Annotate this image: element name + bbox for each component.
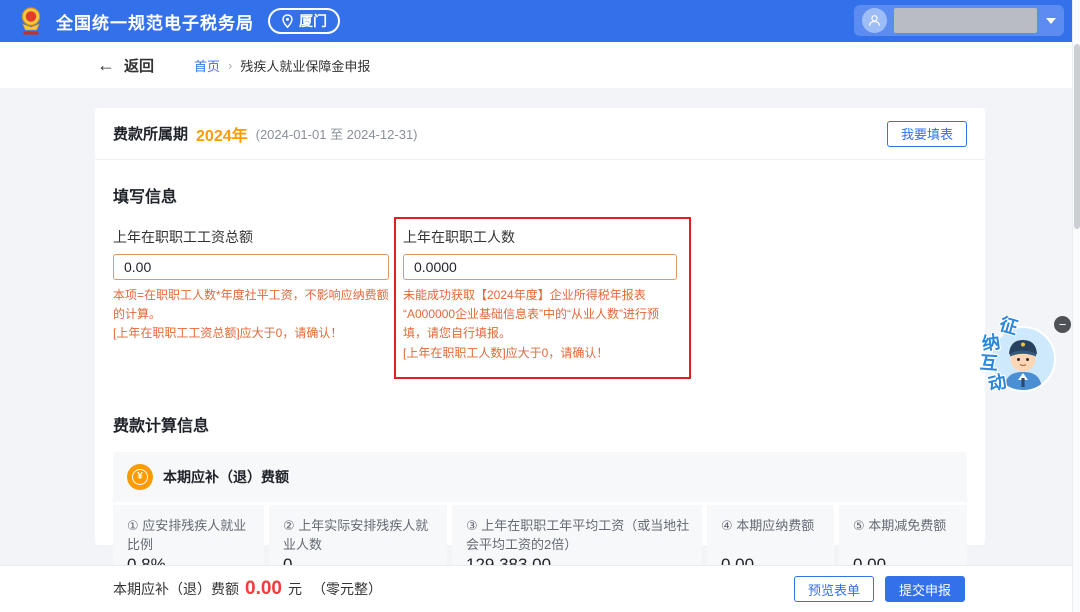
yen-icon: ¥ <box>127 464 153 490</box>
user-account-menu[interactable] <box>854 5 1064 36</box>
page-scrollbar[interactable] <box>1072 0 1080 612</box>
calc-panel-title: 本期应补（退）费额 <box>163 467 289 487</box>
person-icon <box>867 13 882 28</box>
field-label: 上年在职职工人数 <box>403 227 677 247</box>
footer-actions: 预览表单 提交申报 <box>794 576 965 602</box>
scrollbar-thumb[interactable] <box>1074 44 1080 229</box>
field-employee-count: 上年在职职工人数 未能成功获取【2024年度】企业所得税年报表“A000000企… <box>403 227 677 363</box>
breadcrumb-separator: › <box>228 58 232 73</box>
back-arrow-icon[interactable]: ← <box>97 56 115 74</box>
calc-panel-header: ¥ 本期应补（退）费额 <box>113 452 967 502</box>
period-range: (2024-01-01 至 2024-12-31) <box>256 124 418 143</box>
app-header: 全国统一规范电子税务局 厦门 <box>0 0 1080 42</box>
app-title: 全国统一规范电子税务局 <box>56 9 254 34</box>
breadcrumb-current: 残疾人就业保障金申报 <box>240 56 370 75</box>
interaction-widget: 征 纳 互 动 − <box>978 310 1076 398</box>
fill-info-section: 填写信息 上年在职职工工资总额 本项=在职职工人数*年度社平工资，不影响应纳费额… <box>95 160 985 363</box>
col-header: ⑤ 本期减免费额 <box>853 516 957 536</box>
period-year: 2024年 <box>196 122 248 146</box>
location-pin-icon <box>281 14 294 29</box>
chevron-down-icon <box>1046 18 1056 24</box>
footer-bar: 本期应补（退）费额 0.00 元 （零元整） 预览表单 提交申报 <box>0 565 1072 612</box>
field-label: 上年在职职工工资总额 <box>113 227 389 247</box>
location-selector[interactable]: 厦门 <box>268 8 340 34</box>
minimize-widget-button[interactable]: − <box>1054 316 1071 333</box>
declaration-card: 费款所属期 2024年 (2024-01-01 至 2024-12-31) 我要… <box>95 108 985 545</box>
field-warning: [上年在职职工工资总额]应大于0，请确认！ <box>113 324 389 343</box>
field-warning: 本项=在职职工人数*年度社平工资，不影响应纳费额的计算。 <box>113 286 389 324</box>
submit-declaration-button[interactable]: 提交申报 <box>885 576 965 602</box>
tax-bureau-logo <box>16 5 46 37</box>
total-wages-input[interactable] <box>113 254 389 280</box>
yen-symbol: ¥ <box>132 469 148 485</box>
breadcrumb-home-link[interactable]: 首页 <box>194 56 220 75</box>
col-header: ③ 上年在职职工年平均工资（或当地社会平均工资的2倍） <box>466 516 692 555</box>
username-redacted <box>894 8 1037 33</box>
fill-form-button[interactable]: 我要填表 <box>887 121 967 147</box>
preview-form-button[interactable]: 预览表单 <box>794 576 874 602</box>
location-label: 厦门 <box>299 11 327 31</box>
user-avatar <box>862 8 887 33</box>
calc-info-section: 费款计算信息 ¥ 本期应补（退）费额 ① 应安排残疾人就业比例 0.8% ② 上… <box>95 389 985 587</box>
col-header: ① 应安排残疾人就业比例 <box>127 516 254 555</box>
back-button[interactable]: 返回 <box>124 55 154 76</box>
field-warning: [上年在职职工人数]应大于0，请确认！ <box>403 344 677 363</box>
footer-amount-value: 0.00 <box>245 578 282 600</box>
fields-row: 上年在职职工工资总额 本项=在职职工人数*年度社平工资，不影响应纳费额的计算。 … <box>113 227 967 363</box>
footer-amount-unit: 元 <box>288 579 302 599</box>
breadcrumb-bar: ← 返回 首页 › 残疾人就业保障金申报 <box>0 42 1072 88</box>
calc-info-title: 费款计算信息 <box>113 412 967 436</box>
employee-count-input[interactable] <box>403 254 677 280</box>
period-header: 费款所属期 2024年 (2024-01-01 至 2024-12-31) 我要… <box>95 108 985 160</box>
mascot-officer-avatar[interactable] <box>990 326 1056 392</box>
period-label: 费款所属期 <box>113 123 188 144</box>
footer-amount-label: 本期应补（退）费额 <box>113 579 239 599</box>
footer-amount-words: （零元整） <box>312 579 382 599</box>
field-total-wages: 上年在职职工工资总额 本项=在职职工人数*年度社平工资，不影响应纳费额的计算。 … <box>113 227 389 363</box>
field-warning: 未能成功获取【2024年度】企业所得税年报表“A000000企业基础信息表”中的… <box>403 286 677 344</box>
col-header: ④ 本期应纳费额 <box>721 516 824 536</box>
col-header: ② 上年实际安排残疾人就业人数 <box>283 516 437 555</box>
fill-info-title: 填写信息 <box>113 183 967 207</box>
